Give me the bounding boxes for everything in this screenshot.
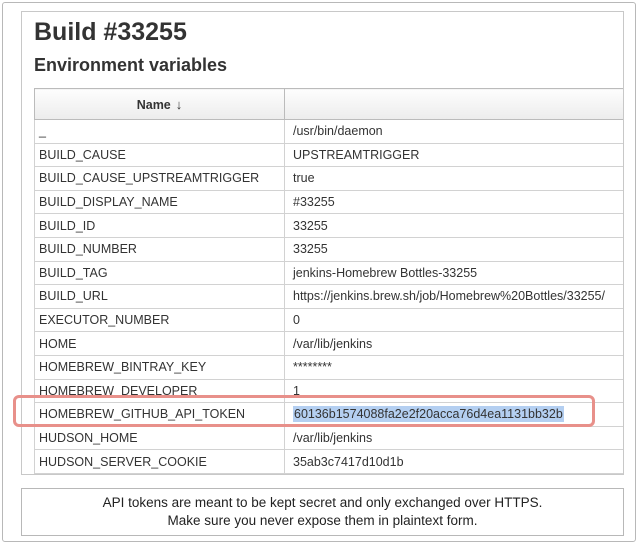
sort-descending-icon[interactable]: ↓	[176, 97, 183, 112]
env-var-value: UPSTREAMTRIGGER	[284, 142, 623, 168]
env-var-value: #33255	[284, 189, 623, 215]
env-var-name: EXECUTOR_NUMBER	[34, 307, 285, 333]
table-row: HUDSON_HOME /var/lib/jenkins	[34, 425, 623, 451]
screenshot-frame: Build #33255 Environment variables Name ↓…	[2, 2, 636, 542]
env-var-value: https://jenkins.brew.sh/job/Homebrew%20B…	[284, 284, 623, 309]
section-title: Environment variables	[34, 55, 228, 75]
table-row: BUILD_DISPLAY_NAME #33255	[34, 189, 623, 215]
table-row: _ /usr/bin/daemon	[34, 119, 623, 144]
table-row: HOMEBREW_BINTRAY_KEY ********	[34, 354, 623, 380]
table-row: BUILD_CAUSE UPSTREAMTRIGGER	[34, 142, 623, 168]
notice-line-2: Make sure you never expose them in plain…	[167, 513, 478, 528]
column-header-name-label: Name	[136, 97, 171, 112]
env-var-name: BUILD_CAUSE_UPSTREAMTRIGGER	[34, 166, 285, 191]
env-var-value: 33255	[284, 236, 623, 262]
env-var-name: BUILD_DISPLAY_NAME	[34, 189, 285, 215]
env-var-value: /usr/bin/daemon	[284, 119, 623, 144]
table-row: BUILD_NUMBER 33255	[34, 236, 623, 262]
env-var-value: true	[284, 166, 623, 191]
table-row: BUILD_URL https://jenkins.brew.sh/job/Ho…	[34, 284, 623, 309]
env-var-name: BUILD_ID	[34, 213, 285, 238]
env-var-name: BUILD_CAUSE	[34, 142, 285, 168]
env-var-name: _	[34, 119, 285, 144]
table-header-row: Name ↓	[34, 88, 623, 120]
column-header-value[interactable]	[284, 88, 623, 120]
notice-caption: API tokens are meant to be kept secret a…	[21, 488, 624, 536]
env-var-name: HOMEBREW_BINTRAY_KEY	[34, 354, 285, 380]
column-header-name[interactable]: Name ↓	[34, 88, 285, 120]
env-var-value: 0	[284, 307, 623, 333]
env-var-name: BUILD_URL	[34, 284, 285, 309]
env-var-value: jenkins-Homebrew Bottles-33255	[284, 260, 623, 286]
page-title: Build #33255	[34, 18, 187, 46]
env-var-name: BUILD_NUMBER	[34, 236, 285, 262]
env-var-value: 33255	[284, 213, 623, 238]
table-row: HOME /var/lib/jenkins	[34, 331, 623, 356]
env-var-value: 35ab3c7417d10d1b	[284, 449, 623, 474]
env-var-value: /var/lib/jenkins	[284, 331, 623, 356]
env-var-name: HOME	[34, 331, 285, 356]
table-row: HUDSON_SERVER_COOKIE 35ab3c7417d10d1b	[34, 449, 623, 474]
highlight-annotation-box	[13, 395, 595, 427]
env-var-value: ********	[284, 354, 623, 380]
env-var-name: HUDSON_HOME	[34, 425, 285, 451]
table-row: BUILD_TAG jenkins-Homebrew Bottles-33255	[34, 260, 623, 286]
table-row: BUILD_ID 33255	[34, 213, 623, 238]
table-row: EXECUTOR_NUMBER 0	[34, 307, 623, 333]
table-row: BUILD_CAUSE_UPSTREAMTRIGGER true	[34, 166, 623, 191]
env-var-name: HUDSON_SERVER_COOKIE	[34, 449, 285, 474]
env-var-value: /var/lib/jenkins	[284, 425, 623, 451]
env-var-name: BUILD_TAG	[34, 260, 285, 286]
notice-line-1: API tokens are meant to be kept secret a…	[102, 495, 543, 510]
